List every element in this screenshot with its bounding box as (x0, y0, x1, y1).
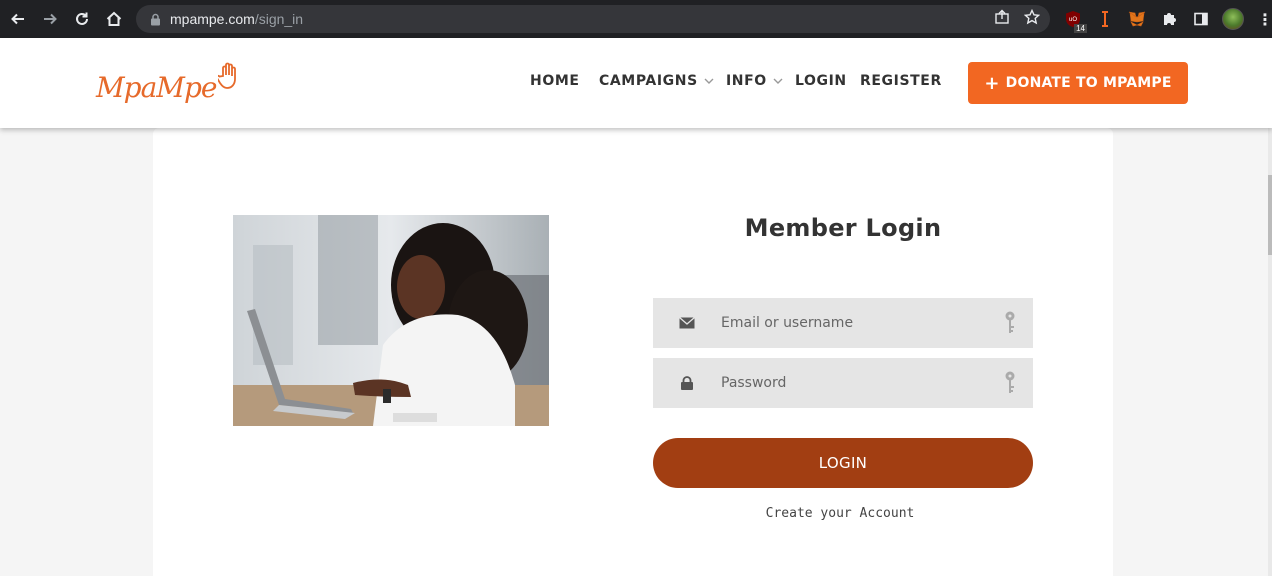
donate-button[interactable]: + DONATE TO MPAMPE (968, 62, 1188, 104)
plus-icon: + (984, 72, 1000, 94)
nav-info[interactable]: INFO (726, 73, 783, 89)
reload-button[interactable] (66, 0, 98, 38)
forward-arrow-icon (44, 13, 57, 25)
nav-info-label: INFO (726, 73, 767, 89)
nav-campaigns-label: CAMPAIGNS (599, 73, 698, 89)
ip-icon[interactable] (1094, 8, 1116, 30)
chevron-down-icon (704, 78, 714, 84)
forward-button[interactable] (34, 0, 66, 38)
nav-login[interactable]: LOGIN (795, 73, 847, 89)
profile-avatar[interactable] (1222, 8, 1244, 30)
nav-campaigns[interactable]: CAMPAIGNS (599, 73, 714, 89)
url-text: mpampe.com/sign_in (170, 11, 303, 27)
member-login-title: Member Login (744, 214, 942, 242)
browser-toolbar: mpampe.com/sign_in uO 14 ⋮ (0, 0, 1272, 38)
url-domain: mpampe.com (170, 11, 255, 27)
url-path: /sign_in (254, 11, 304, 27)
puzzle-icon[interactable] (1158, 8, 1180, 30)
chevron-down-icon (773, 78, 783, 84)
address-bar[interactable]: mpampe.com/sign_in (136, 5, 1050, 33)
donate-label: DONATE TO MPAMPE (1005, 75, 1172, 91)
home-button[interactable] (98, 0, 130, 38)
login-card: Member Login LOGIN Create your Account (153, 128, 1113, 576)
share-icon[interactable] (994, 9, 1010, 29)
nav-register[interactable]: REGISTER (860, 73, 942, 89)
login-button[interactable]: LOGIN (653, 438, 1033, 488)
site-header: MpaMpe HOME CAMPAIGNS INFO LOGIN REGISTE… (0, 38, 1272, 128)
ublock-icon[interactable]: uO 14 (1062, 8, 1087, 33)
kebab-menu-icon[interactable]: ⋮ (1254, 8, 1272, 30)
sidepanel-icon[interactable] (1190, 8, 1212, 30)
svg-text:uO: uO (1069, 17, 1077, 23)
site-logo[interactable]: MpaMpe (96, 62, 242, 104)
password-input[interactable] (721, 358, 987, 408)
woman-laptop-photo (233, 215, 549, 426)
create-account-link[interactable]: Create your Account (653, 506, 1027, 521)
key-icon (987, 311, 1033, 335)
email-input[interactable] (721, 298, 987, 348)
home-icon (106, 11, 122, 26)
scrollbar-thumb[interactable] (1268, 175, 1272, 255)
extension-badge: 14 (1074, 24, 1087, 33)
password-field-wrapper (653, 358, 1033, 408)
key-icon (987, 371, 1033, 395)
reload-icon (76, 12, 88, 25)
lock-icon[interactable] (148, 12, 162, 26)
hand-logo-icon (216, 62, 242, 94)
email-field-wrapper (653, 298, 1033, 348)
lock-icon (653, 376, 721, 390)
nav-home[interactable]: HOME (530, 73, 580, 89)
metamask-icon[interactable] (1126, 8, 1148, 30)
logo-text: MpaMpe (96, 71, 217, 104)
star-icon[interactable] (1023, 8, 1041, 29)
envelope-icon (653, 317, 721, 329)
back-arrow-icon (11, 13, 24, 25)
back-button[interactable] (2, 0, 34, 38)
